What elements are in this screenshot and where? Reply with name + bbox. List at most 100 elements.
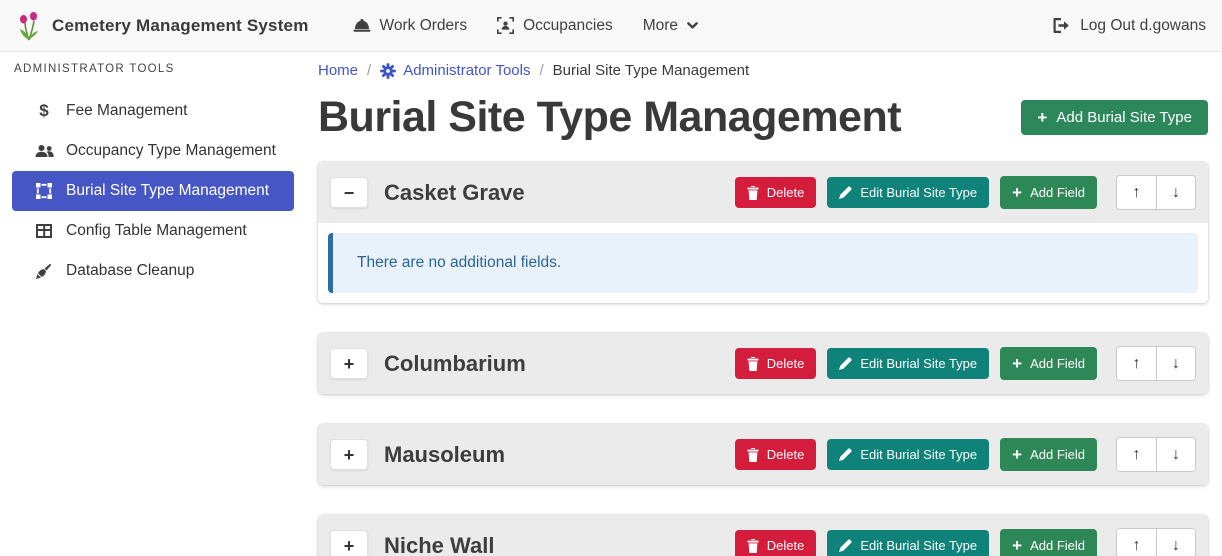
trash-icon bbox=[747, 448, 759, 462]
section-title: Casket Grave bbox=[384, 180, 525, 206]
pencil-icon bbox=[839, 186, 852, 199]
logout-link[interactable]: Log Out d.gowans bbox=[1053, 17, 1206, 35]
nav-label: Work Orders bbox=[380, 17, 468, 35]
breadcrumb-label: Administrator Tools bbox=[403, 62, 530, 79]
burial-site-type-card: + Niche Wall Delete Edit Burial Site Typ… bbox=[318, 515, 1208, 556]
move-up-button[interactable]: ↑ bbox=[1117, 347, 1156, 380]
button-label: Edit Burial Site Type bbox=[860, 538, 977, 553]
sidebar-item-label: Database Cleanup bbox=[66, 262, 194, 280]
button-label: Add Field bbox=[1030, 356, 1085, 371]
reorder-button-group: ↑ ↓ bbox=[1116, 437, 1196, 472]
delete-button[interactable]: Delete bbox=[735, 530, 817, 556]
add-field-button[interactable]: + Add Field bbox=[1000, 176, 1097, 209]
sidebar-item-label: Fee Management bbox=[66, 102, 188, 120]
logout-label: Log Out d.gowans bbox=[1080, 17, 1206, 35]
add-burial-site-type-button[interactable]: + Add Burial Site Type bbox=[1021, 100, 1208, 135]
sidebar-item-burial-site-type-management[interactable]: Burial Site Type Management bbox=[12, 171, 294, 211]
delete-button[interactable]: Delete bbox=[735, 177, 817, 208]
expand-toggle-button[interactable]: + bbox=[330, 348, 368, 379]
card-body: There are no additional fields. bbox=[318, 223, 1208, 303]
move-up-button[interactable]: ↑ bbox=[1117, 176, 1156, 209]
collapse-toggle-button[interactable]: − bbox=[330, 177, 368, 208]
card-actions: Delete Edit Burial Site Type + Add Field… bbox=[735, 528, 1196, 556]
move-up-button[interactable]: ↑ bbox=[1117, 529, 1156, 556]
card-actions: Delete Edit Burial Site Type + Add Field… bbox=[735, 346, 1196, 381]
pencil-icon bbox=[839, 539, 852, 552]
edit-burial-site-type-button[interactable]: Edit Burial Site Type bbox=[827, 348, 989, 379]
sidebar-item-fee-management[interactable]: $ Fee Management bbox=[12, 91, 294, 131]
breadcrumb-home-link[interactable]: Home bbox=[318, 62, 358, 79]
edit-burial-site-type-button[interactable]: Edit Burial Site Type bbox=[827, 439, 989, 470]
main-content: Home / bbox=[306, 52, 1222, 556]
pencil-icon bbox=[839, 357, 852, 370]
dollar-icon: $ bbox=[34, 101, 54, 121]
card-header: + Niche Wall Delete Edit Burial Site Typ… bbox=[318, 515, 1208, 556]
add-field-button[interactable]: + Add Field bbox=[1000, 438, 1097, 471]
trash-icon bbox=[747, 357, 759, 371]
app-brand[interactable]: Cemetery Management System bbox=[16, 11, 309, 41]
page-header: Burial Site Type Management + Add Burial… bbox=[318, 93, 1208, 142]
burial-site-type-card: + Mausoleum Delete Edit Burial Site Type bbox=[318, 424, 1208, 485]
reorder-button-group: ↑ ↓ bbox=[1116, 175, 1196, 210]
delete-button[interactable]: Delete bbox=[735, 348, 817, 379]
nav-work-orders[interactable]: Work Orders bbox=[353, 17, 468, 35]
breadcrumb-current: Burial Site Type Management bbox=[553, 62, 750, 79]
section-title: Niche Wall bbox=[384, 533, 494, 556]
plus-icon: + bbox=[1037, 109, 1047, 126]
plus-icon: + bbox=[1012, 537, 1022, 554]
sidebar-item-label: Occupancy Type Management bbox=[66, 142, 276, 160]
edit-burial-site-type-button[interactable]: Edit Burial Site Type bbox=[827, 177, 989, 208]
move-down-button[interactable]: ↓ bbox=[1156, 438, 1195, 471]
move-down-button[interactable]: ↓ bbox=[1156, 176, 1195, 209]
sidebar-item-label: Config Table Management bbox=[66, 222, 247, 240]
button-label: Delete bbox=[767, 447, 805, 462]
move-down-button[interactable]: ↓ bbox=[1156, 347, 1195, 380]
add-field-button[interactable]: + Add Field bbox=[1000, 529, 1097, 556]
nav-more[interactable]: More bbox=[643, 17, 698, 35]
move-up-button[interactable]: ↑ bbox=[1117, 438, 1156, 471]
occupancy-frame-icon bbox=[497, 17, 514, 34]
trash-icon bbox=[747, 539, 759, 553]
app-title: Cemetery Management System bbox=[52, 16, 309, 36]
button-label: Add Field bbox=[1030, 538, 1085, 553]
edit-burial-site-type-button[interactable]: Edit Burial Site Type bbox=[827, 530, 989, 556]
sidebar-item-occupancy-type-management[interactable]: Occupancy Type Management bbox=[12, 131, 294, 171]
card-actions: Delete Edit Burial Site Type + Add Field… bbox=[735, 437, 1196, 472]
tulip-logo-icon bbox=[16, 11, 42, 41]
card-header: − Casket Grave Delete Edit Burial Site T… bbox=[318, 162, 1208, 223]
no-fields-alert: There are no additional fields. bbox=[328, 233, 1198, 293]
button-label: Delete bbox=[767, 356, 805, 371]
nav-occupancies[interactable]: Occupancies bbox=[497, 17, 613, 35]
section-title: Mausoleum bbox=[384, 442, 505, 468]
breadcrumb-administrator-tools-link[interactable]: Administrator Tools bbox=[380, 62, 530, 79]
plus-icon: + bbox=[1012, 355, 1022, 372]
button-label: Add Field bbox=[1030, 185, 1085, 200]
nav-label: More bbox=[643, 17, 678, 35]
sidebar-item-label: Burial Site Type Management bbox=[66, 182, 269, 200]
burial-site-type-card: − Casket Grave Delete Edit Burial Site T… bbox=[318, 162, 1208, 303]
top-navbar: Cemetery Management System Work Orders O… bbox=[0, 0, 1222, 52]
add-field-button[interactable]: + Add Field bbox=[1000, 347, 1097, 380]
card-header: + Mausoleum Delete Edit Burial Site Type bbox=[318, 424, 1208, 485]
delete-button[interactable]: Delete bbox=[735, 439, 817, 470]
expand-toggle-button[interactable]: + bbox=[330, 530, 368, 556]
plus-icon: + bbox=[1012, 184, 1022, 201]
reorder-button-group: ↑ ↓ bbox=[1116, 346, 1196, 381]
reorder-button-group: ↑ ↓ bbox=[1116, 528, 1196, 556]
sidebar-heading: ADMINISTRATOR TOOLS bbox=[12, 63, 294, 75]
button-label: Edit Burial Site Type bbox=[860, 356, 977, 371]
hard-hat-icon bbox=[353, 18, 371, 33]
move-down-button[interactable]: ↓ bbox=[1156, 529, 1195, 556]
breadcrumb-separator: / bbox=[539, 62, 543, 79]
plus-icon: + bbox=[1012, 446, 1022, 463]
chevron-down-icon bbox=[687, 22, 698, 30]
sidebar-item-config-table-management[interactable]: Config Table Management bbox=[12, 211, 294, 251]
vector-square-icon bbox=[34, 183, 54, 199]
breadcrumb-separator: / bbox=[367, 62, 371, 79]
users-icon bbox=[34, 144, 54, 158]
expand-toggle-button[interactable]: + bbox=[330, 439, 368, 470]
button-label: Add Field bbox=[1030, 447, 1085, 462]
gear-icon bbox=[380, 63, 396, 79]
main-nav: Work Orders Occupancies More bbox=[353, 17, 699, 35]
sidebar-item-database-cleanup[interactable]: Database Cleanup bbox=[12, 251, 294, 291]
